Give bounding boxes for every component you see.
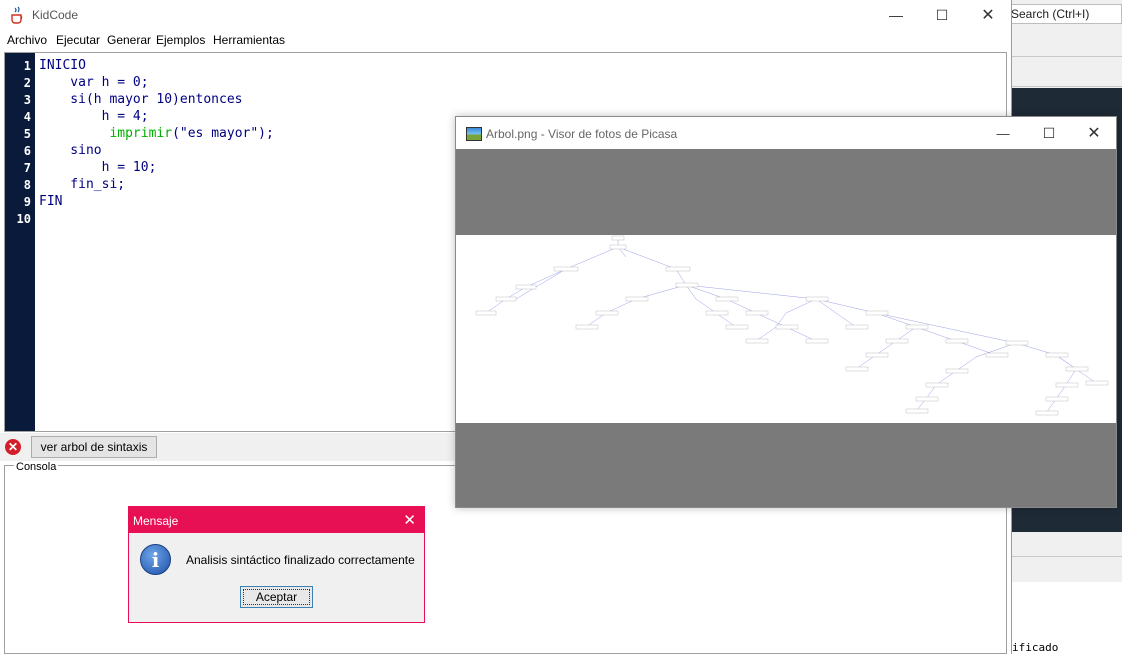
window-title: KidCode: [32, 8, 79, 22]
line-number-gutter: 1 2 3 4 5 6 7 8 9 10: [5, 53, 35, 431]
picasa-window: Arbol.png - Visor de fotos de Picasa — ☐…: [455, 116, 1117, 508]
close-button[interactable]: ✕: [1072, 117, 1116, 149]
menu-bar: [0, 30, 1011, 50]
divider: [1008, 556, 1122, 557]
close-icon[interactable]: ✕: [403, 511, 416, 529]
menu-archivo[interactable]: Archivo: [7, 33, 47, 47]
dialog-title-bar: Mensaje ✕: [129, 507, 424, 533]
message-dialog: Mensaje ✕ i Analisis sintáctico finaliza…: [128, 506, 425, 623]
info-icon: i: [140, 544, 171, 575]
minimize-button[interactable]: —: [873, 0, 919, 30]
code-line: sino: [39, 143, 102, 158]
menu-generar[interactable]: Generar: [107, 33, 151, 47]
line-number: 1: [23, 59, 31, 73]
code-line: fin_si;: [39, 177, 126, 192]
maximize-button[interactable]: ☐: [919, 0, 965, 30]
error-icon: ✕: [5, 439, 21, 455]
code-line: FIN: [39, 194, 63, 209]
line-number: 7: [23, 161, 31, 175]
code-function-name: imprimir: [109, 126, 173, 141]
menu-ejemplos[interactable]: Ejemplos: [156, 33, 205, 47]
title-bar: KidCode — ☐ ✕: [0, 0, 1011, 30]
maximize-button[interactable]: ☐: [1026, 117, 1072, 149]
ok-button[interactable]: Aceptar: [240, 586, 313, 608]
line-number: 10: [16, 212, 31, 226]
code-args: ("es mayor");: [172, 126, 274, 141]
line-number: 9: [23, 195, 31, 209]
line-number: 3: [23, 93, 31, 107]
close-button[interactable]: ✕: [965, 0, 1011, 30]
line-number: 6: [23, 144, 31, 158]
divider: [1008, 86, 1122, 87]
line-number: 5: [23, 127, 31, 141]
dialog-title: Mensaje: [133, 514, 179, 528]
menu-ejecutar[interactable]: Ejecutar: [56, 33, 100, 47]
dialog-message: Analisis sintáctico finalizado correctam…: [186, 553, 415, 567]
syntax-tree-image: [456, 235, 1116, 423]
title-bar: Arbol.png - Visor de fotos de Picasa — ☐…: [456, 117, 1116, 149]
ver-arbol-button[interactable]: ver arbol de sintaxis: [31, 436, 157, 458]
code-line: INICIO: [39, 58, 86, 73]
window-title: Arbol.png - Visor de fotos de Picasa: [486, 127, 678, 141]
minimize-button[interactable]: —: [980, 117, 1026, 149]
menu-herramientas[interactable]: Herramientas: [213, 33, 285, 47]
console-label: Consola: [14, 461, 59, 473]
image-file-icon: [466, 127, 482, 141]
line-number: 4: [23, 110, 31, 124]
code-line: h = 10;: [39, 160, 157, 175]
code-line: h = 4;: [39, 109, 149, 124]
line-number: 2: [23, 76, 31, 90]
code-line: imprimir("es mayor");: [39, 126, 274, 141]
background-code-text: ificado: [1012, 641, 1059, 654]
search-input[interactable]: Search (Ctrl+I): [1008, 4, 1122, 24]
image-viewport[interactable]: [456, 149, 1116, 507]
code-line: si(h mayor 10)entonces: [39, 92, 243, 107]
divider: [1008, 56, 1122, 57]
line-number: 8: [23, 178, 31, 192]
code-line: var h = 0;: [39, 75, 149, 90]
java-coffee-icon: [11, 6, 23, 24]
